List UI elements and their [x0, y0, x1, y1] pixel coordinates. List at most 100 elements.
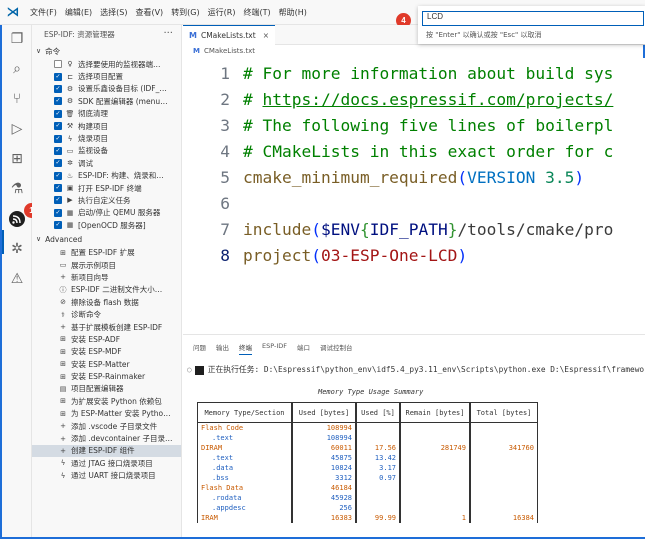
advanced-item[interactable]: ϟ 通过 JTAG 接口烧录项目	[32, 457, 181, 469]
advanced-item[interactable]: ⊞ 配置 ESP-IDF 扩展	[32, 246, 181, 258]
command-item[interactable]: ✓ ⚙ 设置乐鑫设备目标 (IDF_…	[32, 83, 181, 95]
command-item[interactable]: ✓ 🗑 彻底清理	[32, 108, 181, 120]
checkbox[interactable]: ✓	[54, 84, 62, 93]
command-item[interactable]: ✓ ▦ 启动/停止 QEMU 服务器	[32, 207, 181, 219]
commands-section-header[interactable]: ∨ 命令	[32, 44, 181, 58]
command-item[interactable]: ♀ 选择要使用的监视器端…	[32, 58, 181, 70]
tab-problems[interactable]: 问题	[193, 342, 206, 355]
menu-view[interactable]: 查看(V)	[131, 7, 167, 18]
advanced-item[interactable]: ⊞ 为扩展安装 Python 依赖包	[32, 395, 181, 407]
plus-icon: +	[60, 446, 66, 455]
menu-terminal[interactable]: 终端(T)	[239, 7, 274, 18]
menu-selection[interactable]: 选择(S)	[96, 7, 131, 18]
run-debug-icon[interactable]: ▷	[7, 119, 27, 139]
tab-ports[interactable]: 端口	[297, 342, 310, 355]
advanced-item[interactable]: ⚕ 诊断命令	[32, 308, 181, 320]
menu-edit[interactable]: 编辑(E)	[61, 7, 96, 18]
tab-debug-console[interactable]: 调试控制台	[320, 342, 353, 355]
command-palette-input[interactable]: LCD	[422, 11, 644, 26]
checkbox[interactable]: ✓	[54, 97, 62, 106]
advanced-item[interactable]: ⊞ 安装 ESP-ADF	[32, 333, 181, 345]
checkbox[interactable]: ✓	[54, 72, 62, 81]
checkbox[interactable]: ✓	[54, 122, 62, 131]
checkbox[interactable]: ✓	[54, 109, 62, 118]
table-cell: 60011	[292, 443, 356, 453]
chip-icon: ⚙	[66, 84, 74, 93]
line-number: 1	[220, 63, 230, 83]
checkbox[interactable]: ✓	[54, 196, 62, 205]
code-editor[interactable]: 1 # For more information about build sys …	[183, 58, 645, 334]
advanced-item[interactable]: + 新项目向导	[32, 271, 181, 283]
advanced-item[interactable]: ⊞ 安装 ESP-Rainmaker	[32, 370, 181, 382]
menu-file[interactable]: 文件(F)	[26, 7, 61, 18]
advanced-item[interactable]: ⓘ ESP-IDF 二进制文件大小…	[32, 284, 181, 296]
advanced-item[interactable]: + 添加 .vscode 子目录文件	[32, 420, 181, 432]
command-item[interactable]: ✓ ▣ 打开 ESP-IDF 终端	[32, 182, 181, 194]
checkbox[interactable]: ✓	[54, 134, 62, 143]
command-item[interactable]: ✓ ♨ ESP-IDF: 构建、烧录和…	[32, 170, 181, 182]
checkbox[interactable]: ✓	[54, 171, 62, 180]
monitor-icon: ▭	[66, 146, 74, 155]
command-item[interactable]: ✓ ▭ 监视设备	[32, 145, 181, 157]
table-cell: 46184	[292, 483, 356, 493]
menu-help[interactable]: 帮助(H)	[275, 7, 311, 18]
checkbox[interactable]: ✓	[54, 221, 62, 230]
table-cell: 3.17	[356, 463, 400, 473]
column-header: Used [%]	[356, 402, 400, 423]
tab-output[interactable]: 输出	[216, 342, 229, 355]
testing-icon[interactable]: ⚗	[7, 179, 27, 199]
advanced-item[interactable]: ⊞ 安装 ESP-Matter	[32, 358, 181, 370]
menu-go[interactable]: 转到(G)	[167, 7, 203, 18]
checkbox[interactable]: ✓	[54, 146, 62, 155]
line-number: 2	[220, 89, 230, 109]
breadcrumb[interactable]: M CMakeLists.txt	[193, 47, 255, 55]
menu-run[interactable]: 运行(R)	[204, 7, 240, 18]
plus-icon: +	[60, 434, 66, 443]
table-cell: 0.97	[356, 473, 400, 483]
advanced-section-header[interactable]: ∨ Advanced	[32, 232, 181, 246]
close-icon[interactable]: ×	[263, 31, 269, 40]
code-link[interactable]: https://docs.espressif.com/projects/	[263, 90, 614, 109]
advanced-item[interactable]: ⊘ 擦除设备 flash 数据	[32, 296, 181, 308]
command-label: 选择要使用的监视器端…	[78, 59, 161, 69]
table-cell: .rodata	[197, 493, 292, 503]
gear-icon: ⚙	[66, 97, 74, 106]
command-item[interactable]: ✓ ✲ 调试	[32, 157, 181, 169]
tab-esp-idf[interactable]: ESP-IDF	[262, 342, 287, 355]
advanced-item[interactable]: + 添加 .devcontainer 子目录…	[32, 432, 181, 444]
explorer-icon[interactable]: ❐	[7, 29, 27, 49]
source-control-icon[interactable]: ⑂	[7, 89, 27, 109]
search-icon[interactable]: ⌕	[7, 59, 27, 79]
extensions-icon[interactable]: ⊞	[7, 149, 27, 169]
advanced-item[interactable]: ⊞ 为 ESP-Matter 安装 Pytho…	[32, 408, 181, 420]
checkbox[interactable]: ✓	[54, 184, 62, 193]
code-line: 8 project(03-ESP-One-LCD)	[183, 242, 467, 268]
checkbox[interactable]: ✓	[54, 159, 62, 168]
command-item[interactable]: ✓ ⚒ 构建项目	[32, 120, 181, 132]
tab-cmakelists[interactable]: M CMakeLists.txt ×	[183, 25, 275, 45]
more-actions-icon[interactable]: ···	[163, 28, 173, 39]
command-item[interactable]: ✓ ⊏ 选择项目配置	[32, 70, 181, 82]
settings-cog-icon[interactable]: ✲	[7, 239, 27, 259]
code-function: cmake_minimum_required	[243, 167, 458, 187]
table-row: .appdesc 256	[197, 503, 538, 513]
advanced-item[interactable]: + 创建 ESP-IDF 组件	[32, 444, 181, 458]
command-item[interactable]: ✓ ϟ 烧录项目	[32, 132, 181, 144]
espressif-extension-icon[interactable]: ⚠	[7, 269, 27, 289]
advanced-item[interactable]: ▭ 展示示例项目	[32, 259, 181, 271]
table-cell: 16383	[292, 513, 356, 523]
table-row: DIRAM 60011 17.56 281749 341760	[197, 443, 538, 453]
advanced-item[interactable]: + 基于扩展模板创建 ESP-IDF	[32, 321, 181, 333]
checkbox[interactable]: ✓	[54, 208, 62, 217]
tab-terminal[interactable]: 终端	[239, 342, 252, 355]
advanced-item[interactable]: ▤ 项目配置编辑器	[32, 383, 181, 395]
table-cell: 13.42	[356, 453, 400, 463]
advanced-item[interactable]: ϟ 通过 UART 接口烧录项目	[32, 470, 181, 482]
checkbox[interactable]	[54, 60, 62, 69]
command-item[interactable]: ✓ ⚙ SDK 配置编辑器 (menu…	[32, 95, 181, 107]
command-item[interactable]: ✓ ▶ 执行自定义任务	[32, 194, 181, 206]
advanced-item[interactable]: ⊞ 安装 ESP-MDF	[32, 346, 181, 358]
command-item[interactable]: ✓ ▦ [OpenOCD 服务器]	[32, 219, 181, 231]
terminal-task-line: ○ 正在执行任务: D:\Espressif\python_env\idf5.4_…	[187, 364, 645, 375]
advanced-label: 安装 ESP-Rainmaker	[71, 372, 146, 382]
